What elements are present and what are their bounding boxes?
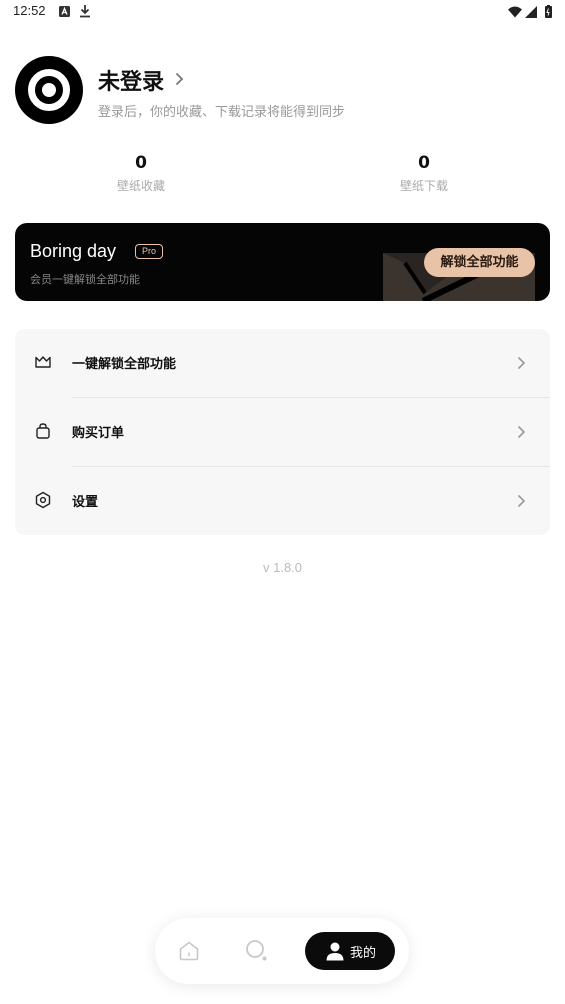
chevron-right-icon [517, 425, 526, 439]
home-icon[interactable] [177, 939, 201, 963]
pro-subtitle: 会员一键解锁全部功能 [30, 273, 140, 286]
pro-badge: Pro [135, 244, 164, 259]
menu-label: 设置 [72, 495, 99, 510]
status-time: 12:52 [13, 3, 46, 18]
chevron-right-icon[interactable] [174, 71, 184, 87]
download-icon [80, 5, 90, 18]
stat-downloads-label: 壁纸下载 [399, 179, 448, 193]
shopping-bag-icon [36, 423, 50, 439]
a-badge-icon [59, 6, 70, 17]
nav-tab-me[interactable]: 我的 [305, 932, 395, 970]
chevron-right-icon [517, 494, 526, 508]
battery-icon [545, 5, 552, 18]
menu-label: 购买订单 [72, 426, 125, 441]
search-icon[interactable] [244, 938, 270, 964]
stat-favorites[interactable]: 0 壁纸收藏 [81, 153, 201, 194]
status-bar: 12:52 [0, 0, 565, 24]
system-status-icons [508, 5, 552, 18]
avatar[interactable] [15, 56, 83, 124]
version-label: v 1.8.0 [262, 560, 303, 575]
pro-title: Boring day [30, 241, 117, 261]
stat-downloads[interactable]: 0 壁纸下载 [364, 153, 484, 194]
stat-downloads-value: 0 [418, 153, 430, 173]
nav-tab-me-label: 我的 [350, 946, 377, 961]
avatar-dot [42, 83, 56, 97]
unlock-all-button[interactable]: 解锁全部功能 [424, 248, 535, 277]
menu-item-unlock[interactable]: 一键解锁全部功能 [15, 329, 550, 397]
wifi-icon [508, 6, 522, 18]
stat-favorites-value: 0 [135, 153, 147, 173]
profile-subtitle: 登录后，你的收藏、下载记录将能得到同步 [98, 105, 346, 120]
chevron-right-icon [517, 356, 526, 370]
menu-item-settings[interactable]: 设置 [15, 467, 550, 535]
pro-banner[interactable]: Boring day Pro 会员一键解锁全部功能 解锁全部功能 [15, 223, 550, 301]
stat-favorites-label: 壁纸收藏 [116, 179, 165, 193]
settings-hexagon-icon [35, 491, 51, 509]
menu-item-orders[interactable]: 购买订单 [15, 398, 550, 466]
menu-card: 一键解锁全部功能 购买订单 设置 [15, 329, 550, 535]
profile-name[interactable]: 未登录 [98, 64, 164, 96]
user-icon [326, 942, 344, 961]
bottom-nav: 我的 [155, 918, 409, 984]
menu-label: 一键解锁全部功能 [72, 357, 177, 372]
crown-icon [35, 356, 51, 368]
signal-icon [525, 6, 537, 18]
